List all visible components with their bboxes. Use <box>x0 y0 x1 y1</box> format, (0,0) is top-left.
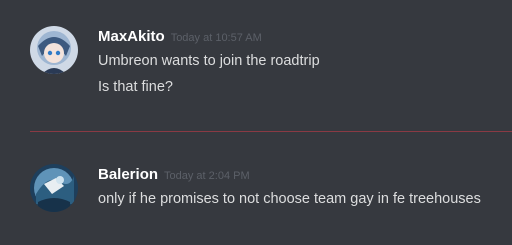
message-header: MaxAkito Today at 10:57 AM <box>98 28 262 46</box>
timestamp: Today at 2:04 PM <box>164 170 250 182</box>
message-text: Is that fine? <box>98 79 173 95</box>
username[interactable]: MaxAkito <box>98 28 165 45</box>
message-header: Balerion Today at 2:04 PM <box>98 166 250 184</box>
chat-messages: MaxAkito Today at 10:57 AM Umbreon wants … <box>0 0 512 245</box>
avatar[interactable] <box>30 164 78 212</box>
timestamp: Today at 10:57 AM <box>170 32 262 44</box>
avatar[interactable] <box>30 26 78 74</box>
username[interactable]: Balerion <box>98 166 158 183</box>
message-text: Umbreon wants to join the roadtrip <box>98 53 320 69</box>
message-text: only if he promises to not choose team g… <box>98 191 481 207</box>
new-messages-divider <box>30 131 512 132</box>
